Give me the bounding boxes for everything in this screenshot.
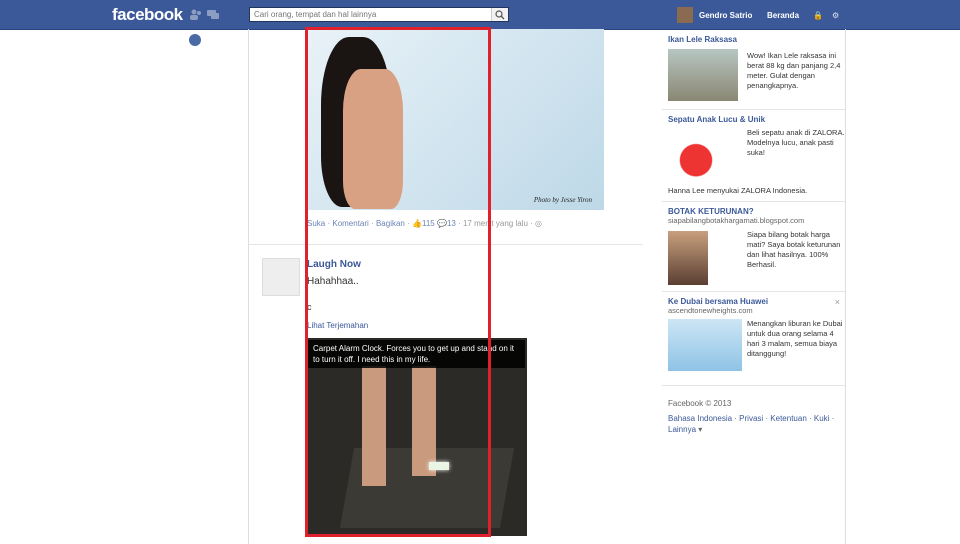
ad-image[interactable]	[668, 129, 738, 181]
notifications-globe-icon[interactable]	[189, 34, 201, 46]
search-button[interactable]	[491, 8, 508, 21]
messages-icon[interactable]	[207, 9, 219, 20]
ad-title[interactable]: Ikan Lele Raksasa	[668, 35, 844, 44]
ad-text: Beli sepatu anak di ZALORA. Modelnya luc…	[747, 128, 845, 157]
search-icon	[495, 10, 505, 20]
home-link[interactable]: Beranda	[767, 11, 799, 20]
footer-link-language[interactable]: Bahasa Indonesia	[668, 414, 732, 423]
ad-item[interactable]: Sepatu Anak Lucu & Unik Beli sepatu anak…	[668, 115, 845, 205]
top-navigation-bar: facebook Gendro Satrio Beranda 🔒 ⚙	[0, 0, 960, 30]
feed-left-border	[248, 29, 249, 544]
page-footer: Facebook © 2013 Bahasa Indonesia · Priva…	[668, 398, 844, 435]
settings-gear-icon[interactable]: ⚙	[832, 11, 839, 20]
user-name-link[interactable]: Gendro Satrio	[699, 11, 752, 20]
friend-requests-icon[interactable]	[190, 9, 202, 20]
ad-separator	[662, 291, 845, 292]
search-input[interactable]	[250, 8, 488, 21]
ad-url: ascendtonewheights.com	[668, 306, 753, 315]
ad-text: Menangkan liburan ke Dubai untuk dua ora…	[747, 319, 843, 358]
user-avatar[interactable]	[677, 7, 693, 23]
facebook-logo[interactable]: facebook	[112, 5, 183, 25]
ad-title[interactable]: BOTAK KETURUNAN?	[668, 207, 844, 216]
ad-title[interactable]: Ke Dubai bersama Huawei	[668, 297, 844, 306]
ad-close-icon[interactable]: ×	[835, 297, 840, 307]
ad-url: siapabilangbotakhargamati.blogspot.com	[668, 216, 805, 225]
search-box	[249, 7, 509, 22]
ad-social-context: Hanna Lee menyukai ZALORA Indonesia.	[668, 186, 808, 195]
ad-image[interactable]	[668, 49, 738, 101]
ad-separator	[662, 109, 845, 110]
privacy-shortcuts-icon[interactable]: 🔒	[813, 11, 823, 20]
audience-globe-icon: · ◎	[530, 219, 543, 228]
footer-link-terms[interactable]: Ketentuan	[770, 414, 806, 423]
ad-item[interactable]: Ikan Lele Raksasa Wow! Ikan Lele raksasa…	[668, 35, 844, 115]
page-profile-picture[interactable]	[262, 258, 300, 296]
ad-separator	[662, 201, 845, 202]
ad-image[interactable]	[668, 231, 708, 285]
sponsored-ads-column: Ikan Lele Raksasa Wow! Ikan Lele raksasa…	[662, 29, 845, 389]
ad-text: Siapa bilang botak harga mati? Saya bota…	[747, 230, 841, 269]
footer-link-privacy[interactable]: Privasi	[739, 414, 763, 423]
photo-watermark: Photo by Jesse Yiron	[533, 196, 592, 204]
ad-separator	[662, 385, 845, 386]
footer-links: Bahasa Indonesia · Privasi · Ketentuan ·…	[668, 414, 835, 434]
right-column-border	[845, 29, 846, 544]
highlight-box	[305, 27, 491, 537]
ad-title[interactable]: Sepatu Anak Lucu & Unik	[668, 115, 844, 124]
ad-item[interactable]: × Ke Dubai bersama Huawei ascendtonewhei…	[668, 297, 844, 377]
footer-link-more[interactable]: Lainnya	[668, 425, 696, 434]
ad-image[interactable]	[668, 319, 742, 371]
footer-link-cookies[interactable]: Kuki	[814, 414, 830, 423]
copyright: Facebook © 2013	[668, 399, 732, 408]
ad-text: Wow! Ikan Lele raksasa ini berat 88 kg d…	[747, 51, 841, 90]
ad-item[interactable]: BOTAK KETURUNAN? siapabilangbotakhargama…	[668, 207, 844, 293]
